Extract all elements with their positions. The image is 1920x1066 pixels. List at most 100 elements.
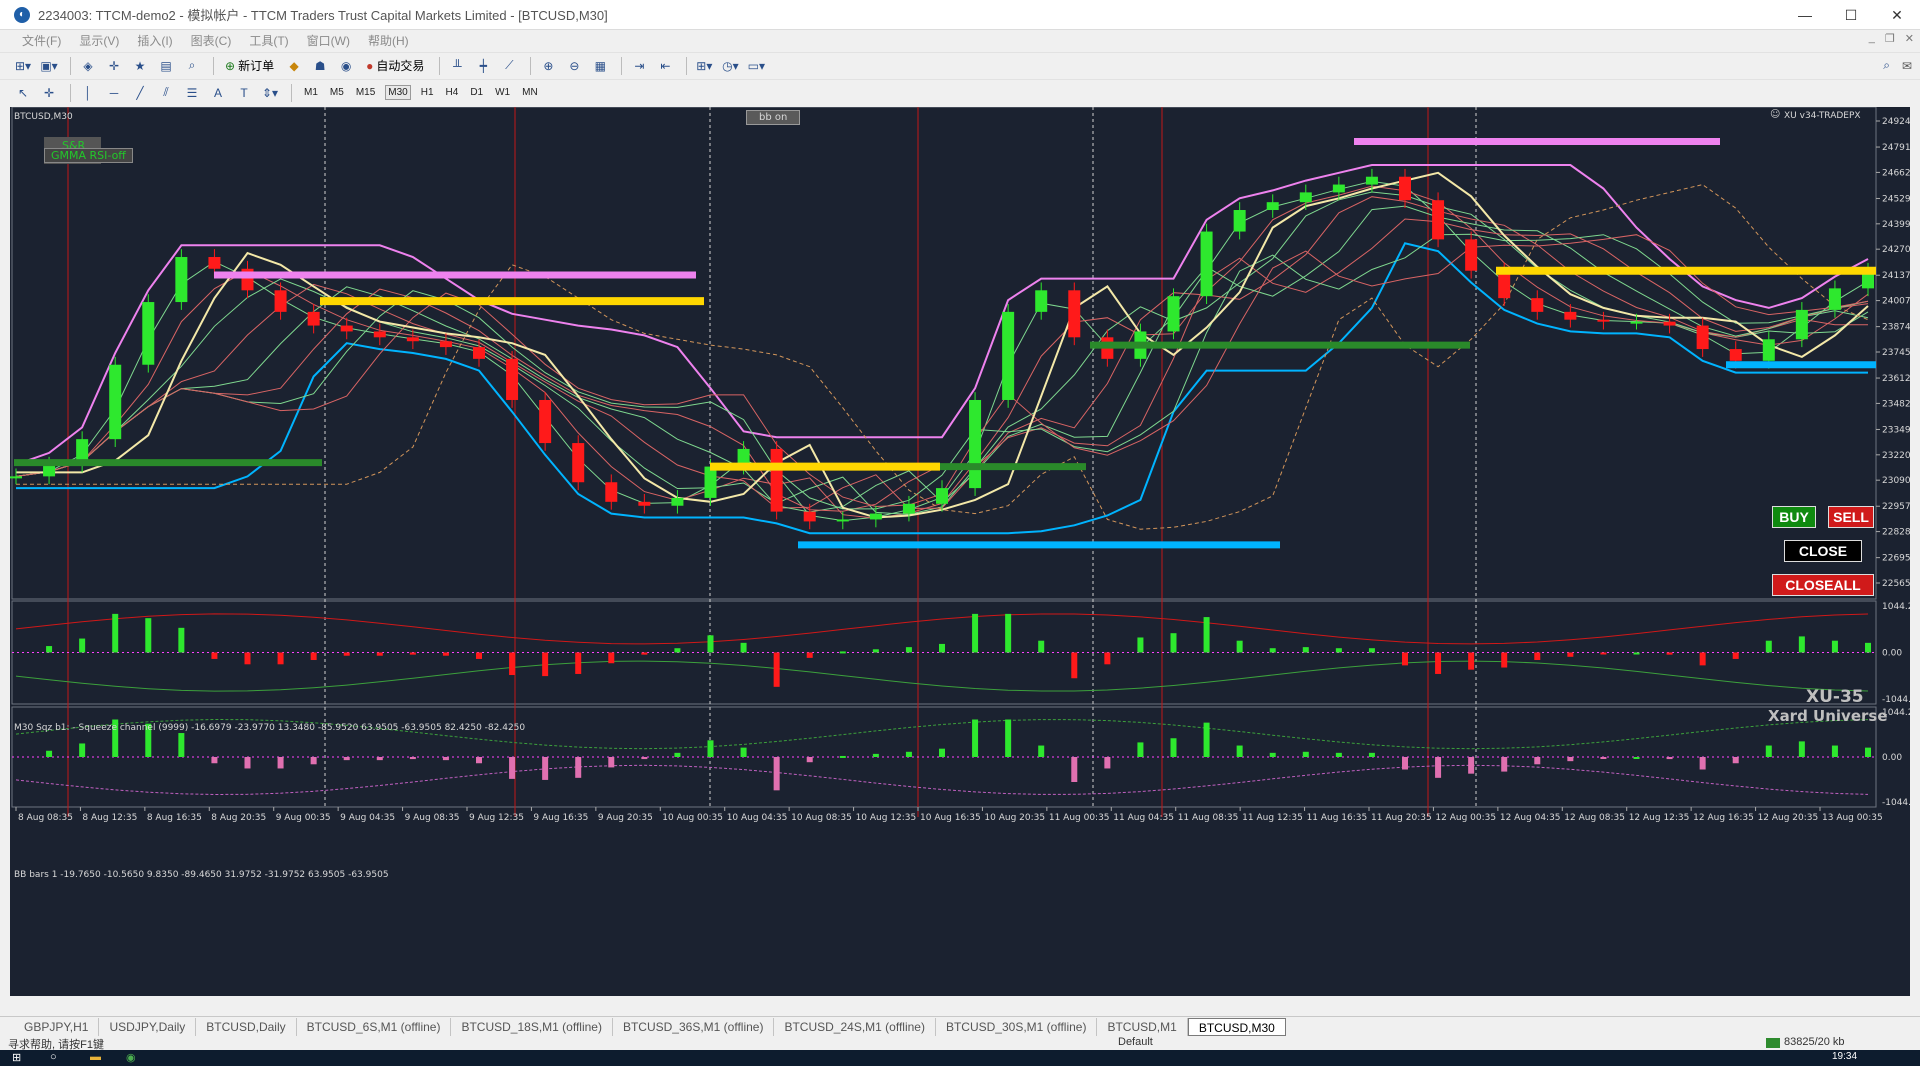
candle-body-10 [340, 325, 353, 332]
market-icon[interactable]: ◉ [335, 56, 357, 76]
timeframe-m15[interactable]: M15 [354, 86, 377, 99]
candle-body-1 [43, 464, 56, 477]
squeeze-bar-2 [79, 638, 86, 653]
text-label-icon[interactable]: T [233, 83, 255, 103]
strategy-tester-icon[interactable]: ⌕ [181, 56, 203, 76]
price-tick-label-1: 24791.5 [1882, 143, 1910, 153]
menu-file[interactable]: 文件(F) [22, 32, 61, 49]
data-window-icon[interactable]: ✛ [103, 56, 125, 76]
indicators-icon[interactable]: ⊞▾ [693, 56, 715, 76]
candle-body-47 [1564, 311, 1577, 320]
squeeze-axis-label-2: -1044.25 [1882, 695, 1910, 705]
tab-btcusd-24s[interactable]: BTCUSD_24S,M1 (offline) [774, 1017, 936, 1036]
buy-button[interactable]: BUY [1772, 506, 1816, 528]
start-icon[interactable]: ⊞ [12, 1051, 21, 1064]
autoscroll-icon[interactable]: ⇥ [628, 56, 650, 76]
gmma-rsi-button[interactable]: GMMA RSI-off [44, 148, 133, 163]
trendline-icon[interactable]: ╱ [129, 83, 151, 103]
squeeze-bar-51 [1699, 652, 1706, 666]
crosshair-icon[interactable]: ✛ [38, 83, 60, 103]
squeeze-indicator-label: M30 Sqz b1: - Squeeze channel (9999) -16… [14, 723, 526, 733]
new-chart-icon[interactable]: ⊞▾ [12, 56, 34, 76]
equidistant-channel-icon[interactable]: ⫽ [155, 83, 177, 103]
candlestick-icon[interactable]: ┿ [472, 56, 494, 76]
zoom-in-icon[interactable]: ⊕ [537, 56, 559, 76]
chat-icon[interactable]: ✉ [1902, 59, 1912, 73]
tab-btcusd-18s[interactable]: BTCUSD_18S,M1 (offline) [451, 1017, 613, 1036]
periods-icon[interactable]: ◷▾ [719, 56, 741, 76]
price-tick-label-3: 24529.0 [1882, 194, 1910, 204]
maximize-button[interactable]: ☐ [1828, 0, 1874, 30]
auto-trading-button[interactable]: ● 自动交易 [361, 56, 429, 76]
chart-canvas[interactable]: 24924.5 24791.5 24662.0 24529.0 24399.5 24270… [10, 107, 1910, 996]
menu-view[interactable]: 显示(V) [79, 32, 119, 49]
zoom-out-icon[interactable]: ⊖ [563, 56, 585, 76]
closeall-button[interactable]: CLOSEALL [1772, 574, 1874, 596]
sell-button[interactable]: SELL [1828, 506, 1874, 528]
timeframe-m1[interactable]: M1 [302, 86, 320, 99]
browser-icon[interactable]: ◉ [126, 1051, 136, 1064]
terminal-icon[interactable]: ▤ [155, 56, 177, 76]
mdi-close-icon[interactable]: ✕ [1905, 32, 1914, 45]
timeframe-m30[interactable]: M30 [385, 85, 411, 100]
candle-body-19 [638, 501, 651, 506]
price-tick-label-12: 23349.5 [1882, 425, 1910, 435]
mdi-minimize-icon[interactable]: _ [1869, 32, 1875, 45]
timeframe-d1[interactable]: D1 [468, 86, 485, 99]
menu-window[interactable]: 窗口(W) [307, 32, 350, 49]
new-order-button[interactable]: ⊕ 新订单 [220, 56, 279, 76]
time-tick-label-1: 8 Aug 12:35 [82, 813, 137, 823]
tab-btcusd-m30[interactable]: BTCUSD,M30 [1187, 1017, 1286, 1036]
squeeze-bar-54 [1798, 636, 1805, 653]
squeeze-bar-25 [839, 651, 846, 654]
close-button[interactable]: ✕ [1874, 0, 1920, 30]
folder-icon[interactable]: ▬ [90, 1051, 101, 1063]
bbbars-bar-51 [1699, 757, 1706, 770]
templates-icon[interactable]: ▭▾ [745, 56, 767, 76]
search-icon[interactable]: ⌕ [1883, 58, 1890, 73]
chart-window[interactable]: 24924.5 24791.5 24662.0 24529.0 24399.5 24270… [10, 107, 1910, 996]
tab-btcusd-daily[interactable]: BTCUSD,Daily [196, 1017, 297, 1036]
mdi-restore-icon[interactable]: ❐ [1885, 32, 1895, 45]
market-watch-icon[interactable]: ◈ [77, 56, 99, 76]
bar-chart-icon[interactable]: ╨ [446, 56, 468, 76]
menu-tools[interactable]: 工具(T) [249, 32, 288, 49]
close-button-trade[interactable]: CLOSE [1784, 540, 1862, 562]
horizontal-line-icon[interactable]: ─ [103, 83, 125, 103]
tab-btcusd-m1[interactable]: BTCUSD,M1 [1097, 1017, 1188, 1036]
tab-usdjpy-daily[interactable]: USDJPY,Daily [99, 1017, 197, 1036]
bb-on-button[interactable]: bb on [746, 110, 801, 125]
timeframe-mn[interactable]: MN [520, 86, 540, 99]
search-taskbar-icon[interactable]: ○ [50, 1051, 57, 1063]
timeframe-h1[interactable]: H1 [419, 86, 436, 99]
timeframe-m5[interactable]: M5 [328, 86, 346, 99]
timeframe-h4[interactable]: H4 [444, 86, 461, 99]
navigator-icon[interactable]: ★ [129, 56, 151, 76]
title-bar: ◐ 2234003: TTCM-demo2 - 模拟帐户 - TTCM Trad… [0, 0, 1920, 30]
menu-bar: 文件(F) 显示(V) 插入(I) 图表(C) 工具(T) 窗口(W) 帮助(H… [0, 30, 1920, 51]
vertical-line-icon[interactable]: │ [77, 83, 99, 103]
tab-btcusd-36s[interactable]: BTCUSD_36S,M1 (offline) [613, 1017, 775, 1036]
tab-btcusd-30s[interactable]: BTCUSD_30S,M1 (offline) [936, 1017, 1098, 1036]
minimize-button[interactable]: — [1782, 0, 1828, 30]
signals-icon[interactable]: ☗ [309, 56, 331, 76]
candle-body-3 [109, 364, 122, 440]
fibonacci-icon[interactable]: ☰ [181, 83, 203, 103]
menu-help[interactable]: 帮助(H) [368, 32, 409, 49]
line-chart-icon[interactable]: ⟋ [498, 56, 520, 76]
chart-shift-icon[interactable]: ⇤ [654, 56, 676, 76]
profiles-icon[interactable]: ▣▾ [38, 56, 60, 76]
text-icon[interactable]: A [207, 83, 229, 103]
bbbars-bar-24 [806, 757, 813, 763]
menu-charts[interactable]: 图表(C) [191, 32, 232, 49]
bbbars-bar-40 [1335, 752, 1342, 757]
tile-windows-icon[interactable]: ▦ [589, 56, 611, 76]
cursor-icon[interactable]: ↖ [12, 83, 34, 103]
bbbars-bar-5 [178, 733, 185, 757]
metaeditor-icon[interactable]: ◆ [283, 56, 305, 76]
timeframe-w1[interactable]: W1 [493, 86, 512, 99]
tab-gbpjpy-h1[interactable]: GBPJPY,H1 [14, 1017, 100, 1036]
tab-btcusd-6s[interactable]: BTCUSD_6S,M1 (offline) [297, 1017, 452, 1036]
menu-insert[interactable]: 插入(I) [137, 32, 172, 49]
arrows-icon[interactable]: ⇕▾ [259, 83, 281, 103]
